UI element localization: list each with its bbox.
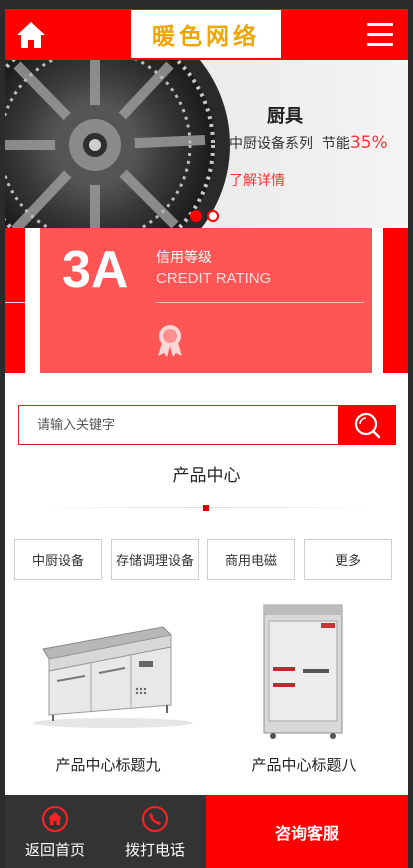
category-tab-3[interactable]: 商用电磁 bbox=[207, 539, 295, 580]
consult-service-button[interactable]: 咨询客服 bbox=[206, 795, 408, 868]
banner-subtitle-prefix: 中厨设备系列 节能 bbox=[229, 136, 350, 152]
search-icon bbox=[354, 412, 381, 439]
carousel-dots bbox=[190, 210, 219, 222]
category-tab-more[interactable]: 更多 bbox=[304, 539, 392, 580]
banner-subtitle-highlight: 35% bbox=[349, 133, 388, 153]
search-bar bbox=[18, 405, 396, 445]
category-tab-1[interactable]: 中厨设备 bbox=[14, 539, 102, 580]
hero-banner[interactable]: 厨具 中厨设备系列 节能35% 了解详情 bbox=[5, 60, 408, 228]
carousel-dot-2[interactable] bbox=[207, 210, 219, 222]
phone-circle-icon bbox=[142, 806, 168, 832]
credit-grade: 3A bbox=[62, 241, 129, 299]
credit-divider bbox=[156, 302, 364, 303]
product-title[interactable]: 产品中心标题九 bbox=[13, 754, 203, 775]
strip-gap-right bbox=[372, 228, 383, 373]
menu-button[interactable] bbox=[367, 23, 395, 47]
product-card[interactable]: 产品中心标题八 bbox=[209, 597, 399, 787]
banner-subtitle: 中厨设备系列 节能35% bbox=[229, 133, 388, 153]
bottom-nav: 返回首页 拨打电话 咨询客服 bbox=[5, 795, 408, 868]
banner-title: 厨具 bbox=[267, 106, 303, 127]
product-title[interactable]: 产品中心标题八 bbox=[209, 754, 399, 775]
banner-learn-more-link[interactable]: 了解详情 bbox=[229, 170, 285, 190]
section-title: 产品中心 bbox=[172, 466, 241, 486]
header: 暖色网络 bbox=[5, 9, 408, 60]
home-nav-label: 返回首页 bbox=[24, 841, 85, 859]
credit-card[interactable]: 3A 信用等级 CREDIT RATING bbox=[40, 228, 372, 373]
award-icon bbox=[158, 325, 182, 357]
search-button[interactable] bbox=[338, 405, 396, 445]
section-divider-mark bbox=[203, 505, 209, 511]
search-input[interactable] bbox=[19, 406, 337, 444]
product-image bbox=[33, 626, 193, 728]
home-icon bbox=[17, 22, 45, 48]
credit-label-cn: 信用等级 bbox=[156, 250, 212, 266]
product-card[interactable]: 产品中心标题九 bbox=[13, 597, 203, 787]
carousel-dot-1[interactable] bbox=[190, 210, 202, 222]
menu-icon bbox=[367, 23, 395, 46]
logo-text: 暖色网络 bbox=[152, 23, 260, 50]
category-tabs: 中厨设备 存储调理设备 商用电磁 更多 bbox=[14, 539, 399, 580]
burner-image bbox=[5, 60, 230, 228]
page: 暖色网络 厨具 中厨设备系列 节能35% 了解详情 3A 信用等级 CREDIT… bbox=[5, 9, 408, 868]
strip-divider bbox=[5, 302, 25, 303]
call-button[interactable]: 拨打电话 bbox=[105, 795, 205, 868]
product-image bbox=[263, 604, 343, 739]
strip-gap-left bbox=[25, 228, 40, 373]
call-label: 拨打电话 bbox=[124, 841, 185, 859]
home-nav-button[interactable]: 返回首页 bbox=[5, 795, 105, 868]
category-tab-2[interactable]: 存储调理设备 bbox=[111, 539, 199, 580]
home-button[interactable] bbox=[15, 20, 47, 50]
credit-strip: 3A 信用等级 CREDIT RATING bbox=[5, 228, 408, 373]
credit-label-en: CREDIT RATING bbox=[156, 270, 272, 287]
home-circle-icon bbox=[42, 806, 68, 832]
logo[interactable]: 暖色网络 bbox=[131, 10, 281, 58]
